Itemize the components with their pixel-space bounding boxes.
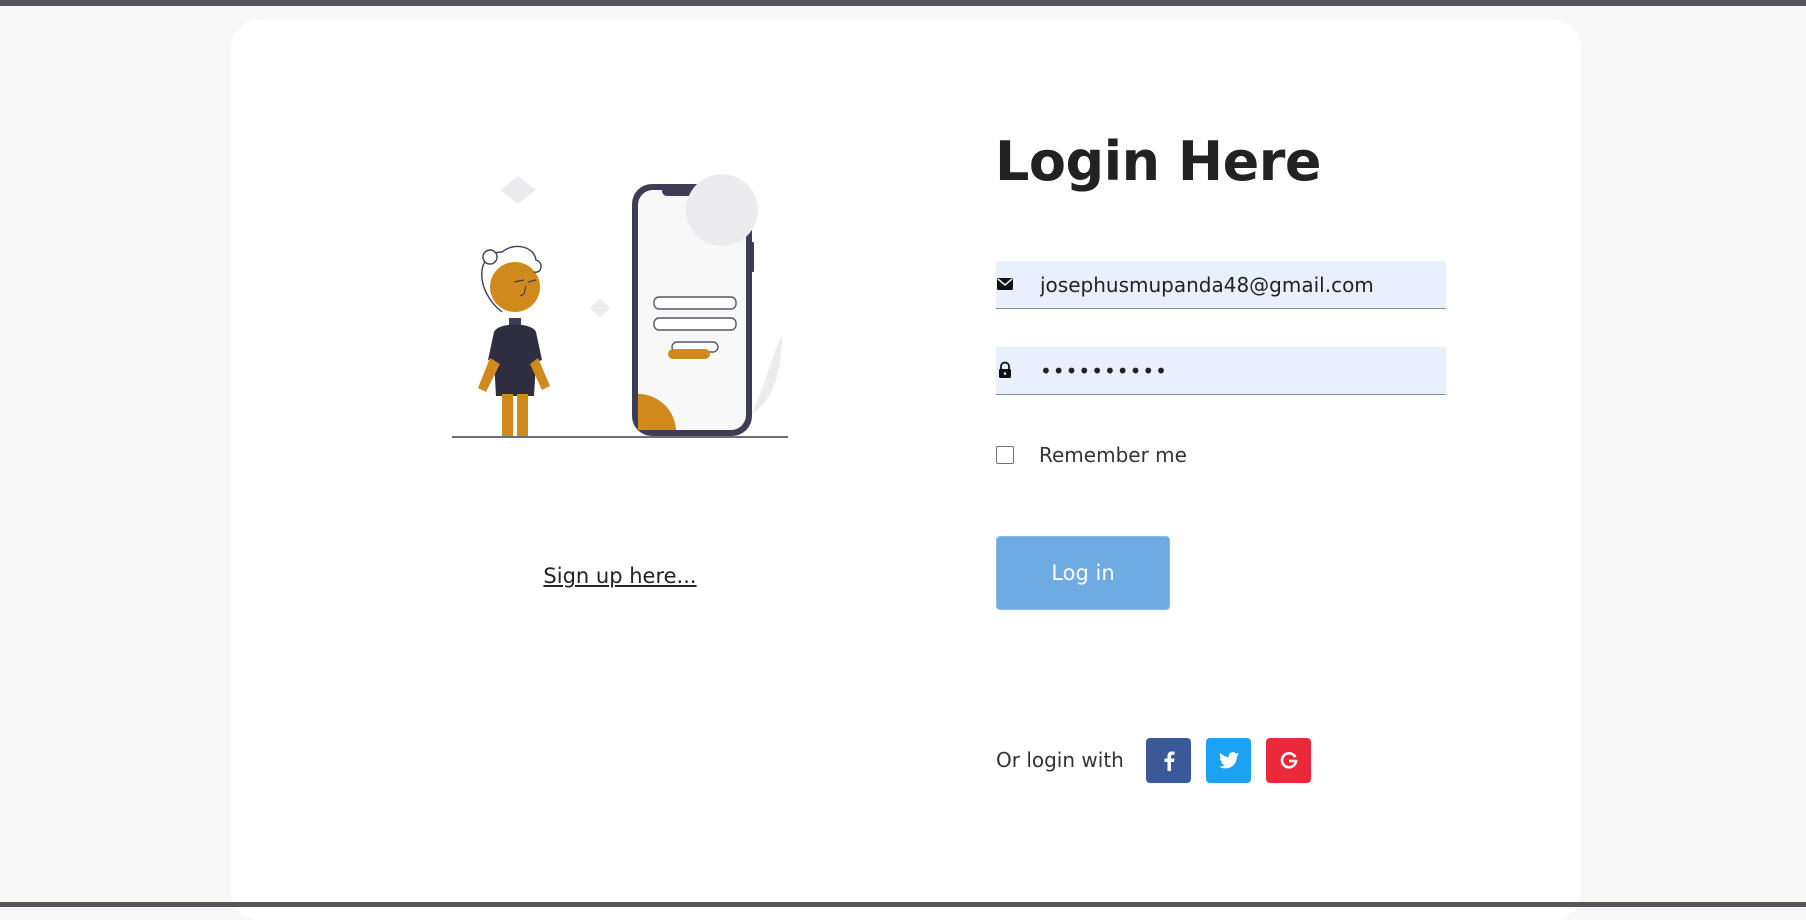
- facebook-icon: [1164, 751, 1175, 771]
- google-login-button[interactable]: [1266, 738, 1311, 783]
- twitter-icon: [1218, 752, 1239, 769]
- signup-link[interactable]: Sign up here...: [450, 564, 790, 588]
- password-masked-value: ••••••••••: [1040, 358, 1168, 383]
- email-input[interactable]: [1040, 261, 1438, 308]
- login-button[interactable]: Log in: [996, 536, 1170, 610]
- login-card: [231, 20, 1581, 920]
- facebook-login-button[interactable]: [1146, 738, 1191, 783]
- login-button-label: Log in: [1051, 561, 1115, 585]
- password-field[interactable]: ••••••••••: [996, 347, 1446, 395]
- google-icon: [1280, 751, 1297, 769]
- email-field[interactable]: [996, 261, 1446, 309]
- window-bottom-border: [0, 902, 1806, 907]
- remember-me-checkbox[interactable]: [996, 446, 1014, 464]
- envelope-icon: [997, 278, 1013, 290]
- twitter-login-button[interactable]: [1206, 738, 1251, 783]
- lock-icon: [999, 361, 1011, 378]
- password-input[interactable]: ••••••••••: [1040, 347, 1438, 394]
- window-top-border: [0, 0, 1806, 6]
- remember-me-label: Remember me: [1039, 443, 1187, 467]
- login-illustration: [452, 174, 788, 438]
- page-title: Login Here: [995, 130, 1322, 193]
- social-login-label: Or login with: [996, 748, 1124, 772]
